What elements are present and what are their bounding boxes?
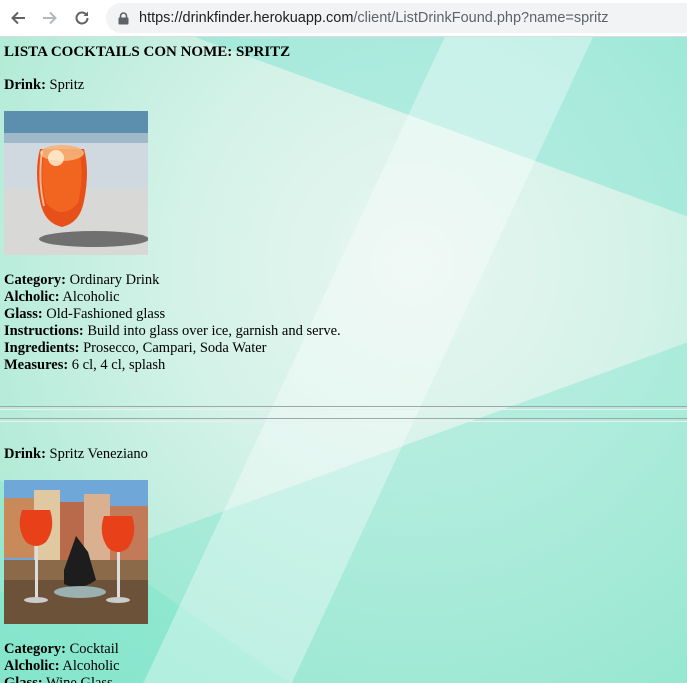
instructions-row: Instructions: Build into glass over ice,… bbox=[4, 323, 683, 340]
forward-arrow-icon[interactable] bbox=[39, 7, 61, 29]
measures-label: Measures: bbox=[4, 357, 69, 373]
alcholic-row: Alcholic: Alcoholic bbox=[4, 658, 683, 675]
back-arrow-icon[interactable] bbox=[7, 7, 29, 29]
browser-toolbar: https://drinkfinder.herokuapp.com/client… bbox=[0, 0, 687, 37]
lock-icon bbox=[118, 11, 129, 25]
page-title: LISTA COCKTAILS CON NOME: SPRITZ bbox=[4, 44, 291, 60]
category-label: Category: bbox=[4, 641, 67, 657]
glass-value: Old-Fashioned glass bbox=[46, 306, 166, 322]
instructions-value: Build into glass over ice, garnish and s… bbox=[87, 323, 341, 339]
ingredients-label: Ingredients: bbox=[4, 340, 80, 356]
drink-details: Category: Cocktail Alcholic: Alcoholic G… bbox=[4, 641, 683, 683]
divider bbox=[0, 406, 687, 410]
category-label: Category: bbox=[4, 272, 67, 288]
alcholic-label: Alcholic: bbox=[4, 289, 60, 305]
alcholic-value: Alcoholic bbox=[62, 289, 120, 305]
glass-label: Glass: bbox=[4, 306, 43, 322]
drink-name-row: Drink: Spritz bbox=[4, 77, 683, 94]
reload-icon[interactable] bbox=[71, 7, 93, 29]
alcholic-row: Alcholic: Alcoholic bbox=[4, 289, 683, 306]
glass-row: Glass: Old-Fashioned glass bbox=[4, 306, 683, 323]
instructions-label: Instructions: bbox=[4, 323, 84, 339]
category-value: Ordinary Drink bbox=[69, 272, 160, 288]
url-host: https://drinkfinder.herokuapp.com bbox=[139, 10, 354, 26]
drink-label: Drink: bbox=[4, 446, 46, 462]
alcholic-value: Alcoholic bbox=[62, 658, 120, 674]
drink-details: Category: Ordinary Drink Alcholic: Alcoh… bbox=[4, 272, 683, 374]
drink-name: Spritz Veneziano bbox=[49, 446, 148, 462]
divider bbox=[0, 418, 687, 422]
ingredients-value: Prosecco, Campari, Soda Water bbox=[83, 340, 267, 356]
drink-name-row: Drink: Spritz Veneziano bbox=[4, 446, 683, 463]
measures-value: 6 cl, 4 cl, splash bbox=[71, 357, 166, 373]
url-path: /client/ListDrinkFound.php?name=spritz bbox=[353, 10, 609, 26]
page-body: LISTA COCKTAILS CON NOME: SPRITZ Drink: … bbox=[0, 37, 687, 683]
drink-name: Spritz bbox=[49, 77, 85, 93]
glass-row: Glass: Wine Glass bbox=[4, 675, 683, 683]
glass-value: Wine Glass bbox=[46, 675, 113, 683]
drink-label: Drink: bbox=[4, 77, 46, 93]
url-text[interactable]: https://drinkfinder.herokuapp.com/client… bbox=[139, 10, 609, 26]
category-value: Cocktail bbox=[69, 641, 119, 657]
category-row: Category: Cocktail bbox=[4, 641, 683, 658]
ingredients-row: Ingredients: Prosecco, Campari, Soda Wat… bbox=[4, 340, 683, 357]
alcholic-label: Alcholic: bbox=[4, 658, 60, 674]
drink-image bbox=[4, 480, 148, 624]
address-bar[interactable]: https://drinkfinder.herokuapp.com/client… bbox=[106, 3, 687, 33]
measures-row: Measures: 6 cl, 4 cl, splash bbox=[4, 357, 683, 374]
category-row: Category: Ordinary Drink bbox=[4, 272, 683, 289]
glass-label: Glass: bbox=[4, 675, 43, 683]
drink-image bbox=[4, 111, 148, 255]
